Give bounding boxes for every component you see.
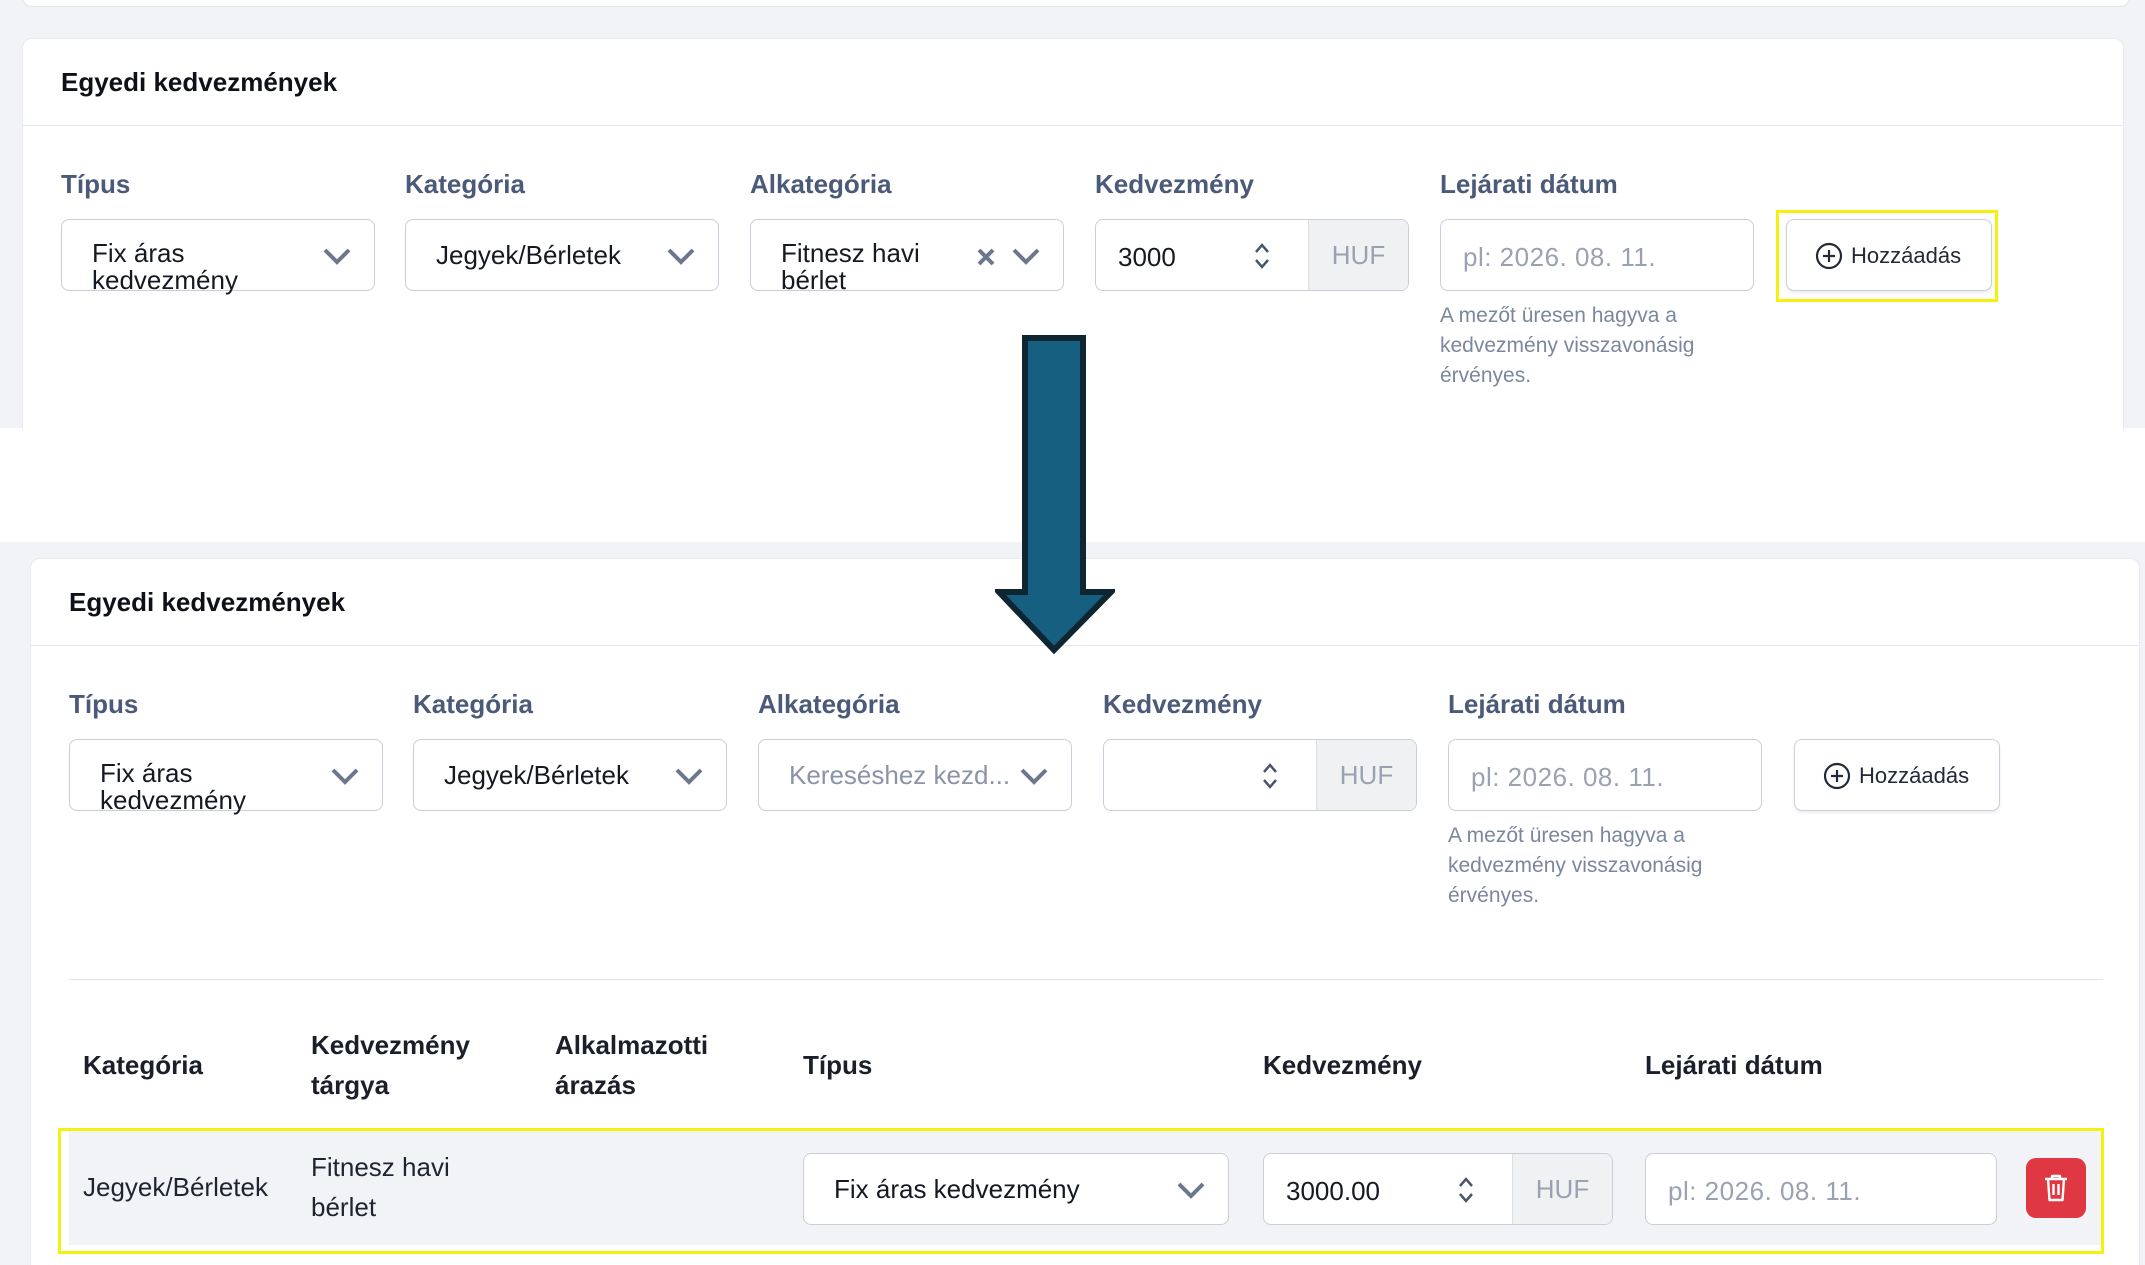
highlight-new-row <box>58 1128 2104 1254</box>
type-label: Típus <box>69 689 139 719</box>
chevron-down-icon <box>331 768 359 785</box>
subcategory-label: Alkategória <box>750 169 892 199</box>
category-label: Kategória <box>405 169 525 199</box>
stepper-icon[interactable] <box>1252 240 1272 272</box>
col-header-category: Kategória <box>83 1050 203 1080</box>
add-button-label: Hozzáadás <box>1859 763 1970 788</box>
col-header-subject: Kedvezmény tárgya <box>311 1030 470 1100</box>
highlight-add-button <box>1776 210 1998 302</box>
col-header-employee-pricing: Alkalmazotti árazás <box>555 1030 709 1100</box>
category-select-value: Jegyek/Bérletek <box>444 760 629 790</box>
expiry-hint: A mezőt üresen hagyva a kedvezmény vissz… <box>1448 824 1703 907</box>
col-header-type: Típus <box>803 1050 873 1080</box>
category-select-value: Jegyek/Bérletek <box>436 240 621 270</box>
type-select[interactable]: Fix áras kedvezmény <box>69 739 383 815</box>
subcategory-select-value: Fitnesz havi bérlet <box>781 238 920 295</box>
currency-addon: HUF <box>1316 740 1416 810</box>
type-select-value: Fix áras kedvezmény <box>92 238 238 295</box>
previous-card-edge <box>22 0 2130 7</box>
type-select[interactable]: Fix áras kedvezmény <box>61 219 375 295</box>
chevron-down-icon <box>1020 768 1048 785</box>
expiry-label: Lejárati dátum <box>1440 169 1618 199</box>
discount-input[interactable]: HUF <box>1103 739 1417 811</box>
chevron-down-icon <box>1012 248 1040 265</box>
subcategory-select[interactable]: Kereséshez kezd... <box>758 739 1072 811</box>
add-button[interactable]: Hozzáadás <box>1794 739 2000 811</box>
col-header-discount: Kedvezmény <box>1263 1050 1422 1080</box>
discount-input[interactable]: 3000 HUF <box>1095 219 1409 291</box>
type-select-value: Fix áras kedvezmény <box>100 758 246 815</box>
plus-circle-icon <box>1823 762 1851 790</box>
subcategory-label: Alkategória <box>758 689 900 719</box>
chevron-down-icon <box>675 768 703 785</box>
expiry-hint: A mezőt üresen hagyva a kedvezmény vissz… <box>1440 304 1695 387</box>
chevron-down-icon <box>323 248 351 265</box>
category-label: Kategória <box>413 689 533 719</box>
expiry-date-input[interactable]: pl: 2026. 08. 11. <box>1448 739 1762 811</box>
subcategory-select[interactable]: Fitnesz havi bérlet <box>750 219 1064 295</box>
expiry-date-input[interactable]: pl: 2026. 08. 11. <box>1440 219 1754 291</box>
subcategory-placeholder: Kereséshez kezd... <box>789 760 1011 790</box>
expiry-placeholder: pl: 2026. 08. 11. <box>1463 242 1657 272</box>
table-divider <box>69 979 2103 980</box>
discount-value: 3000 <box>1118 242 1176 272</box>
expiry-label: Lejárati dátum <box>1448 689 1626 719</box>
chevron-down-icon <box>667 248 695 265</box>
arrow-down-icon <box>995 335 1115 654</box>
currency-addon: HUF <box>1308 220 1408 290</box>
discount-label: Kedvezmény <box>1103 689 1262 719</box>
category-select[interactable]: Jegyek/Bérletek <box>413 739 727 811</box>
col-header-expiry: Lejárati dátum <box>1645 1050 1823 1080</box>
discount-label: Kedvezmény <box>1095 169 1254 199</box>
category-select[interactable]: Jegyek/Bérletek <box>405 219 719 291</box>
type-label: Típus <box>61 169 131 199</box>
clear-icon[interactable] <box>975 246 997 268</box>
card-title: Egyedi kedvezmények <box>69 587 346 617</box>
card-title: Egyedi kedvezmények <box>61 67 338 97</box>
card-divider <box>23 125 2123 126</box>
expiry-placeholder: pl: 2026. 08. 11. <box>1471 762 1665 792</box>
stepper-icon[interactable] <box>1260 760 1280 792</box>
